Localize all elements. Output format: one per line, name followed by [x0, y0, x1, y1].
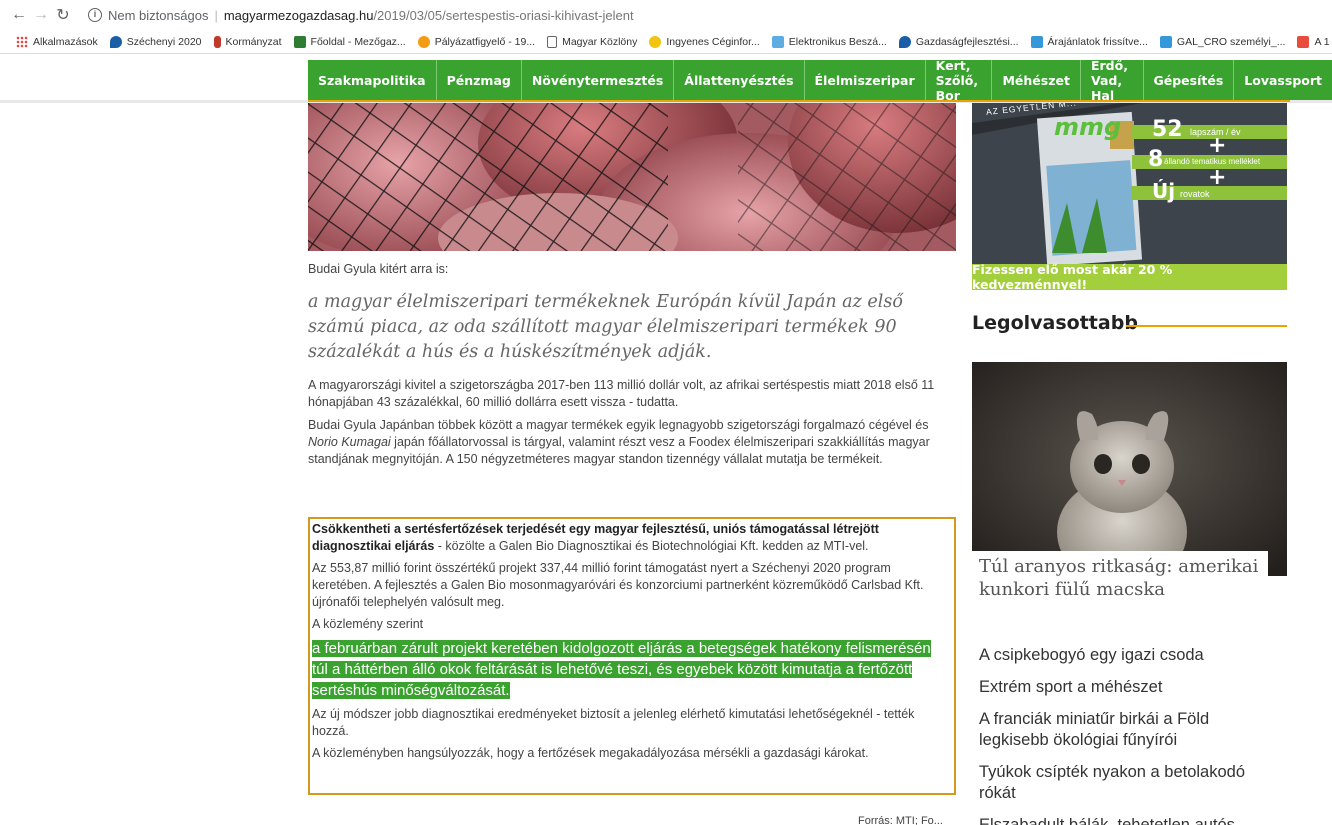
article-caption: Budai Gyula kitért arra is:: [308, 262, 449, 276]
most-read-item[interactable]: Elszabadult bálák, tehetetlen autós: [979, 815, 1279, 825]
main-navigation: Szakmapolitika Pénzmag Növénytermesztés …: [308, 58, 1332, 103]
bookmark-item[interactable]: Árajánlatok frissítve...: [1030, 35, 1148, 48]
article-paragraph: A magyarországi kivitel a szigetországba…: [308, 378, 935, 409]
bookmark-label: GAL_CRO személyi_...: [1176, 35, 1286, 48]
box-highlight: a februárban zárult projekt keretében ki…: [312, 638, 950, 701]
bookmark-label: Alkalmazások: [33, 35, 98, 48]
bookmark-item[interactable]: Gazdaságfejlesztési...: [898, 35, 1019, 48]
dropbox-icon: [1030, 35, 1043, 48]
nav-item-meheszet[interactable]: Méhészet: [992, 60, 1081, 100]
ad-new-label: Új: [1152, 179, 1176, 203]
bookmark-item[interactable]: Pályázatfigyelő - 19...: [417, 35, 536, 48]
bookmark-favicon-icon: [649, 35, 662, 48]
forward-icon[interactable]: →: [30, 6, 52, 24]
nav-accent-line: [308, 100, 1290, 102]
bookmark-favicon-icon: [1297, 35, 1310, 48]
ad-number-supplements: 8: [1148, 147, 1164, 172]
ad-cta-button[interactable]: Fizessen elő most akár 20 % kedvezménnye…: [972, 262, 1287, 290]
nav-item-kert-szolo-bor[interactable]: Kert, Szőlő, Bor: [926, 58, 993, 103]
nav-item-novenytermesztes[interactable]: Növénytermesztés: [522, 60, 675, 100]
bookmark-favicon-icon: [771, 35, 784, 48]
most-read-item[interactable]: A franciák miniatűr birkái a Föld legkis…: [979, 709, 1279, 751]
nav-item-erdo-vad-hal[interactable]: Erdő, Vad, Hal: [1081, 58, 1144, 103]
bookmark-item[interactable]: A 1: [1297, 35, 1330, 48]
box-paragraph: A közleményben hangsúlyozzák, hogy a fer…: [312, 746, 869, 760]
reload-icon[interactable]: ↻: [52, 5, 74, 25]
ad-number-issues: 52: [1152, 117, 1183, 142]
ad-text-columns: rovatok: [1180, 189, 1210, 199]
related-news-box: Csökkentheti a sertésfertőzések terjedés…: [308, 517, 956, 795]
bookmark-label: A 1: [1314, 35, 1330, 48]
bookmark-label: Magyar Közlöny: [562, 35, 638, 48]
nav-item-szakmapolitika[interactable]: Szakmapolitika: [308, 60, 437, 100]
info-icon[interactable]: i: [88, 8, 102, 22]
highlighted-text: a februárban zárult projekt keretében ki…: [312, 640, 931, 699]
bookmark-item[interactable]: GAL_CRO személyi_...: [1159, 35, 1286, 48]
section-title-line: [1126, 325, 1287, 327]
plus-icon: +: [1208, 133, 1227, 158]
bookmark-item[interactable]: Széchenyi 2020: [109, 35, 202, 48]
featured-article-image[interactable]: [972, 362, 1287, 576]
bookmark-favicon-icon: [898, 35, 911, 48]
kitten-photo: [972, 362, 1287, 576]
bookmark-label: Gazdaságfejlesztési...: [915, 35, 1019, 48]
article-body: Budai Gyula kitért arra is: a magyar éle…: [308, 262, 956, 468]
person-name: Norio Kumagai: [308, 435, 391, 449]
bookmark-apps[interactable]: Alkalmazások: [16, 35, 98, 48]
back-icon[interactable]: ←: [8, 6, 30, 24]
box-paragraph: Az 553,87 millió forint összértékű proje…: [312, 561, 924, 609]
most-read-title: Legolvasottabb: [972, 312, 1138, 334]
apps-grid-icon: [16, 35, 28, 48]
paragraph-text: Budai Gyula Japánban többek között a mag…: [308, 418, 929, 432]
bookmark-favicon-icon: [213, 35, 221, 48]
bookmark-label: Kormányzat: [225, 35, 282, 48]
article-source: Forrás: MTI; Fo...: [858, 815, 943, 825]
nav-item-gepesites[interactable]: Gépesítés: [1144, 60, 1235, 100]
subscription-ad[interactable]: AZ EGYETLEN M... mmg 52 lapszám / év + 8…: [972, 103, 1287, 290]
bookmark-item[interactable]: Főoldal - Mezőgaz...: [293, 35, 406, 48]
box-paragraph: A közlemény szerint: [312, 617, 424, 631]
nav-item-lovassport[interactable]: Lovassport: [1234, 60, 1332, 100]
bookmark-label: Főoldal - Mezőgaz...: [310, 35, 406, 48]
bookmark-favicon-icon: [293, 35, 306, 48]
url-path[interactable]: /2019/03/05/sertespestis-oriasi-kihivast…: [373, 8, 633, 23]
url-separator: |: [214, 7, 218, 23]
nav-item-penzmag[interactable]: Pénzmag: [437, 60, 522, 100]
bookmarks-bar: Alkalmazások Széchenyi 2020 Kormányzat F…: [0, 30, 1332, 54]
box-lead-text: - közölte a Galen Bio Diagnosztikai és B…: [434, 539, 869, 553]
most-read-item[interactable]: Extrém sport a méhészet: [979, 677, 1279, 698]
bookmark-favicon-icon: [109, 35, 122, 48]
most-read-item[interactable]: Tyúkok csípték nyakon a betolakodó rókát: [979, 762, 1279, 804]
box-paragraph: Az új módszer jobb diagnosztikai eredmén…: [312, 707, 915, 738]
url-host[interactable]: magyarmezogazdasag.hu: [224, 8, 374, 23]
bookmark-label: Pályázatfigyelő - 19...: [434, 35, 536, 48]
bookmark-label: Ingyenes Céginfor...: [666, 35, 760, 48]
security-label[interactable]: Nem biztonságos: [108, 8, 208, 23]
bookmark-label: Széchenyi 2020: [126, 35, 202, 48]
bookmark-item[interactable]: Elektronikus Beszá...: [771, 35, 887, 48]
article-hero-image: [308, 103, 956, 251]
article-quote: a magyar élelmiszeripari termékeknek Eur…: [308, 292, 903, 362]
meat-net-illustration: [308, 103, 956, 251]
bookmark-item[interactable]: Magyar Közlöny: [547, 35, 638, 48]
plus-icon: +: [1208, 165, 1227, 190]
box-lead: Csökkentheti a sertésfertőzések terjedés…: [312, 521, 950, 555]
nav-item-allattenyesztes[interactable]: Állattenyésztés: [674, 60, 805, 100]
bookmark-item[interactable]: Ingyenes Céginfor...: [649, 35, 760, 48]
page-icon: [547, 35, 558, 48]
ad-logo: mmg: [1054, 113, 1122, 141]
bookmark-favicon-icon: [417, 35, 430, 48]
nav-item-elelmiszeripar[interactable]: Élelmiszeripar: [805, 60, 926, 100]
featured-article-title[interactable]: Túl aranyos ritkaság: amerikai kunkori f…: [979, 555, 1269, 601]
article-paragraph: Budai Gyula Japánban többek között a mag…: [308, 417, 956, 468]
bookmark-item[interactable]: Kormányzat: [213, 35, 282, 48]
most-read-item[interactable]: A csipkebogyó egy igazi csoda: [979, 645, 1279, 666]
bookmark-label: Árajánlatok frissítve...: [1047, 35, 1148, 48]
most-read-list: A csipkebogyó egy igazi csoda Extrém spo…: [979, 645, 1279, 825]
dropbox-icon: [1159, 35, 1172, 48]
bookmark-label: Elektronikus Beszá...: [788, 35, 887, 48]
paragraph-text: japán főállatorvossal is tárgyal, valami…: [308, 435, 930, 466]
browser-address-bar: ← → ↻ i Nem biztonságos | magyarmezogazd…: [0, 0, 1332, 30]
